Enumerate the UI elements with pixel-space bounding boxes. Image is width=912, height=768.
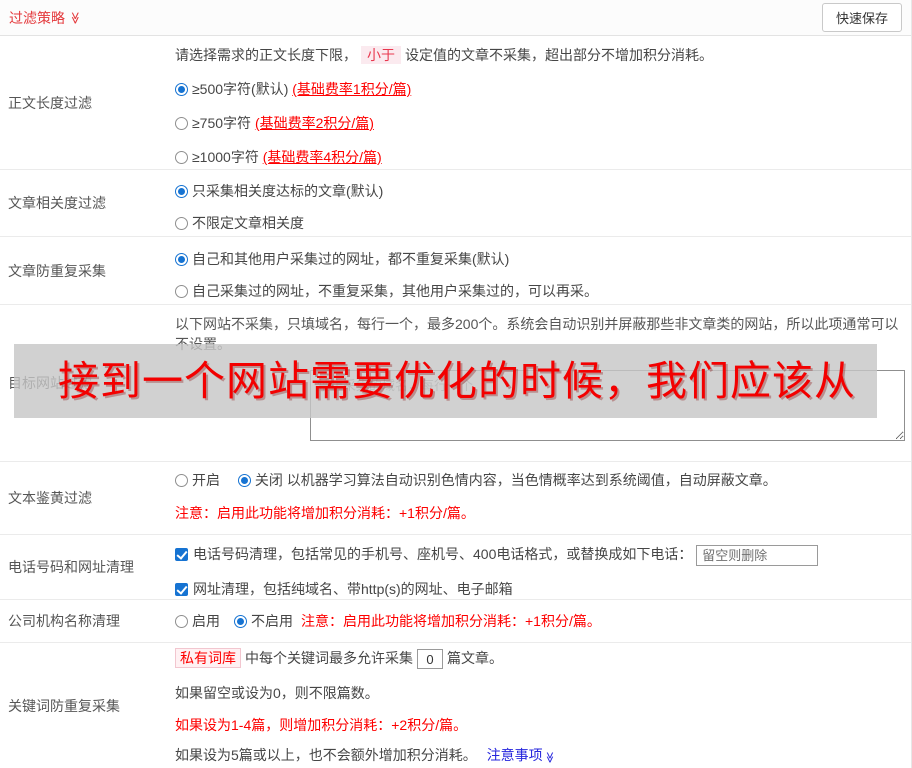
notice-link[interactable]: 注意事项≫: [487, 747, 555, 763]
radio-option-company-off[interactable]: 不启用: [234, 611, 293, 631]
row-label: 公司机构名称清理: [8, 613, 120, 629]
overlay-banner-text: 接到一个网站需要优化的时候，我们应该从: [58, 357, 856, 404]
fee-note: (基础费率1积分/篇): [292, 81, 412, 97]
replacement-phone-input[interactable]: [696, 544, 819, 566]
chevron-down-icon: ≫: [68, 11, 83, 24]
radio-icon[interactable]: [237, 474, 251, 487]
row-label: 正文长度过滤: [8, 94, 92, 111]
radio-option-750[interactable]: ≥750字符 (基础费率2积分/篇): [175, 113, 903, 133]
radio-option-global-dedup[interactable]: 自己和其他用户采集过的网址，都不重复采集(默认): [175, 249, 903, 269]
fee-note: (基础费率2积分/篇): [254, 115, 374, 131]
length-intro: 请选择需求的正文长度下限， 小于 设定值的文章不采集，超出部分不增加积分消耗。: [175, 46, 713, 64]
keyword-note-zero: 如果留空或设为0，则不限篇数。: [175, 685, 379, 701]
quick-save-button[interactable]: 快速保存: [821, 3, 902, 32]
row-label: 文本鉴黄过滤: [8, 490, 92, 506]
fee-note: (基础费率4积分/篇): [262, 149, 382, 165]
row-anti-duplicate: 文章防重复采集 自己和其他用户采集过的网址，都不重复采集(默认) 自己采集过的网…: [0, 237, 911, 305]
radio-option-relevant-only[interactable]: 只采集相关度达标的文章(默认): [175, 181, 903, 201]
radio-icon[interactable]: [175, 615, 188, 628]
checkbox-checked-icon[interactable]: [175, 582, 188, 596]
row-label: 关键词防重复采集: [8, 697, 120, 714]
toolbar: 过滤策略 ≫ 快速保存: [0, 0, 911, 36]
radio-icon[interactable]: [175, 117, 188, 130]
radio-icon[interactable]: [175, 285, 188, 298]
row-body-length-filter: 正文长度过滤 请选择需求的正文长度下限， 小于 设定值的文章不采集，超出部分不增加积…: [0, 36, 911, 170]
row-keyword-dedup: 关键词防重复采集 私有词库中每个关键词最多允许采集篇文章。 如果留空或设为0，则…: [0, 643, 911, 768]
checkbox-phone-cleanup[interactable]: 电话号码清理，包括常见的手机号、座机号、400电话格式，或替换成如下电话：: [175, 544, 903, 566]
keyword-count-input[interactable]: [417, 649, 443, 670]
radio-icon[interactable]: [175, 217, 188, 230]
overlay-banner: 接到一个网站需要优化的时候，我们应该从: [14, 344, 877, 418]
radio-option-company-on[interactable]: 启用: [175, 611, 220, 631]
porn-cost-note: 注意：启用此功能将增加积分消耗：+1积分/篇。: [175, 505, 475, 521]
page-title: 过滤策略: [9, 9, 65, 26]
keyword-note-five: 如果设为5篇或以上，也不会额外增加积分消耗。 注意事项≫: [175, 747, 555, 764]
radio-option-1000[interactable]: ≥1000字符 (基础费率4积分/篇): [175, 147, 903, 167]
radio-icon[interactable]: [234, 615, 247, 628]
radio-option-porn-on[interactable]: 开启: [175, 472, 220, 488]
radio-icon[interactable]: [175, 185, 188, 198]
less-than-tag: 小于: [361, 46, 401, 64]
checkbox-url-cleanup[interactable]: 网址清理，包括纯域名、带http(s)的网址、电子邮箱: [175, 579, 903, 599]
checkbox-checked-icon[interactable]: [175, 548, 188, 561]
row-porn-filter: 文本鉴黄过滤 开启 关闭 以机器学习算法自动识别色情内容，当色情概率达到系统阈值…: [0, 462, 911, 535]
row-label: 文章防重复采集: [8, 262, 106, 279]
private-dict-tag: 私有词库: [175, 648, 241, 668]
radio-icon[interactable]: [175, 474, 188, 487]
filter-strategy-toggle[interactable]: 过滤策略 ≫: [9, 8, 82, 28]
chevron-down-icon: ≫: [542, 751, 555, 764]
row-company-cleanup: 公司机构名称清理 启用 不启用 注意：启用此功能将增加积分消耗：+1积分/篇。: [0, 600, 911, 643]
row-label: 文章相关度过滤: [8, 195, 106, 211]
row-relevance-filter: 文章相关度过滤 只采集相关度达标的文章(默认) 不限定文章相关度: [0, 170, 911, 237]
porn-desc: 以机器学习算法自动识别色情内容，当色情概率达到系统阈值，自动屏蔽文章。: [286, 472, 777, 488]
radio-option-500[interactable]: ≥500字符(默认) (基础费率1积分/篇): [175, 79, 903, 99]
radio-icon[interactable]: [175, 253, 188, 266]
radio-option-porn-off[interactable]: 关闭: [237, 472, 283, 488]
radio-option-no-limit[interactable]: 不限定文章相关度: [175, 213, 903, 233]
row-phone-url-cleanup: 电话号码和网址清理 电话号码清理，包括常见的手机号、座机号、400电话格式，或替…: [0, 535, 911, 600]
radio-icon[interactable]: [175, 151, 188, 164]
radio-icon[interactable]: [175, 83, 188, 96]
radio-option-self-dedup[interactable]: 自己采集过的网址，不重复采集，其他用户采集过的，可以再采。: [175, 281, 903, 301]
row-label: 电话号码和网址清理: [8, 559, 134, 575]
keyword-note-cost: 如果设为1-4篇，则增加积分消耗：+2积分/篇。: [175, 717, 468, 733]
company-cost-note: 注意：启用此功能将增加积分消耗：+1积分/篇。: [301, 613, 601, 629]
